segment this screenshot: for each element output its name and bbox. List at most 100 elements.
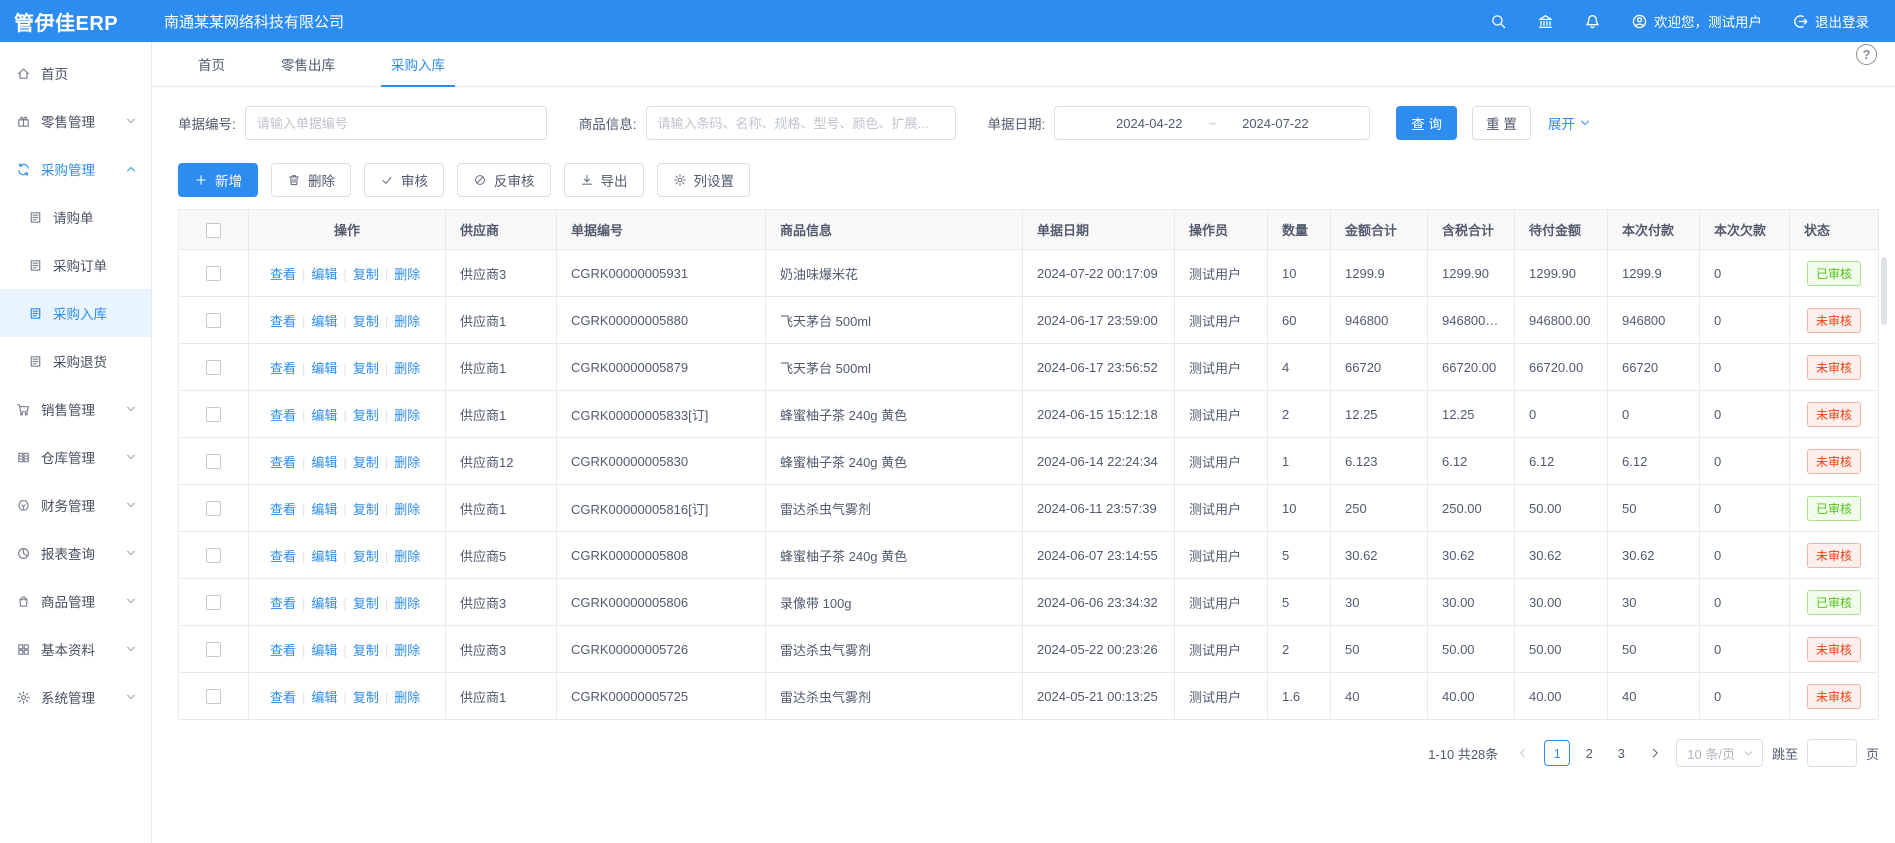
sidebar-item[interactable]: 采购订单: [0, 241, 151, 289]
notification-bell-icon[interactable]: [1584, 13, 1601, 30]
welcome-user[interactable]: 欢迎您，测试用户: [1631, 11, 1762, 31]
column-header[interactable]: 单据日期: [1023, 210, 1175, 250]
expand-link[interactable]: 展开: [1548, 113, 1591, 133]
toolbar-button[interactable]: 导出: [564, 163, 644, 197]
row-checkbox[interactable]: [206, 313, 221, 328]
column-header[interactable]: 待付金额: [1515, 210, 1608, 250]
column-header[interactable]: 含税合计: [1428, 210, 1515, 250]
row-op-link[interactable]: 查看: [270, 314, 296, 329]
tab[interactable]: 首页: [188, 42, 235, 86]
row-op-link[interactable]: 查看: [270, 267, 296, 282]
sidebar-item[interactable]: 首页: [0, 49, 151, 97]
sidebar-item[interactable]: 系统管理: [0, 673, 151, 721]
row-op-link[interactable]: 复制: [353, 690, 379, 705]
toolbar-button[interactable]: 反审核: [457, 163, 551, 197]
sidebar-item[interactable]: 仓库管理: [0, 433, 151, 481]
column-header[interactable]: 状态: [1790, 210, 1879, 250]
page-number-button[interactable]: 3: [1608, 740, 1634, 766]
row-checkbox[interactable]: [206, 454, 221, 469]
org-bank-icon[interactable]: [1537, 13, 1554, 30]
row-op-link[interactable]: 查看: [270, 690, 296, 705]
row-op-link[interactable]: 删除: [394, 408, 420, 423]
row-checkbox[interactable]: [206, 595, 221, 610]
sidebar-item[interactable]: 基本资料: [0, 625, 151, 673]
row-op-link[interactable]: 删除: [394, 314, 420, 329]
column-header[interactable]: 操作: [249, 210, 446, 250]
row-op-link[interactable]: 复制: [353, 502, 379, 517]
column-header[interactable]: 单据编号: [557, 210, 766, 250]
row-checkbox[interactable]: [206, 642, 221, 657]
logout-button[interactable]: 退出登录: [1792, 11, 1869, 31]
row-op-link[interactable]: 查看: [270, 455, 296, 470]
column-header[interactable]: 操作员: [1175, 210, 1268, 250]
reset-button[interactable]: 重 置: [1472, 106, 1531, 140]
row-op-link[interactable]: 复制: [353, 455, 379, 470]
column-header[interactable]: 金额合计: [1331, 210, 1428, 250]
row-op-link[interactable]: 编辑: [311, 267, 337, 282]
toolbar-button[interactable]: 审核: [364, 163, 444, 197]
row-op-link[interactable]: 删除: [394, 643, 420, 658]
row-op-link[interactable]: 复制: [353, 267, 379, 282]
page-number-button[interactable]: 2: [1576, 740, 1602, 766]
row-op-link[interactable]: 查看: [270, 643, 296, 658]
search-icon[interactable]: [1490, 13, 1507, 30]
row-op-link[interactable]: 查看: [270, 361, 296, 376]
tab[interactable]: 采购入库: [381, 42, 455, 86]
row-op-link[interactable]: 删除: [394, 690, 420, 705]
select-all-checkbox[interactable]: [206, 223, 221, 238]
row-op-link[interactable]: 复制: [353, 361, 379, 376]
row-checkbox[interactable]: [206, 501, 221, 516]
row-op-link[interactable]: 删除: [394, 361, 420, 376]
row-op-link[interactable]: 编辑: [311, 314, 337, 329]
help-icon[interactable]: ?: [1856, 44, 1877, 65]
row-op-link[interactable]: 删除: [394, 549, 420, 564]
sidebar-item[interactable]: 财务管理: [0, 481, 151, 529]
row-op-link[interactable]: 编辑: [311, 455, 337, 470]
jump-page-input[interactable]: [1807, 739, 1857, 767]
row-checkbox[interactable]: [206, 266, 221, 281]
sidebar-item[interactable]: 请购单: [0, 193, 151, 241]
page-number-button[interactable]: 1: [1544, 740, 1570, 766]
row-op-link[interactable]: 删除: [394, 502, 420, 517]
sidebar-item[interactable]: 商品管理: [0, 577, 151, 625]
row-op-link[interactable]: 复制: [353, 549, 379, 564]
row-op-link[interactable]: 编辑: [311, 502, 337, 517]
column-header[interactable]: 本次欠款: [1700, 210, 1790, 250]
column-header[interactable]: 本次付款: [1608, 210, 1700, 250]
row-op-link[interactable]: 复制: [353, 643, 379, 658]
row-op-link[interactable]: 查看: [270, 549, 296, 564]
sidebar-item[interactable]: 零售管理: [0, 97, 151, 145]
prev-page-icon[interactable]: [1511, 741, 1535, 765]
row-op-link[interactable]: 编辑: [311, 549, 337, 564]
row-op-link[interactable]: 删除: [394, 267, 420, 282]
sidebar-item[interactable]: 采购退货: [0, 337, 151, 385]
next-page-icon[interactable]: [1643, 741, 1667, 765]
table-scrollbar-thumb[interactable]: [1881, 257, 1887, 325]
row-op-link[interactable]: 编辑: [311, 643, 337, 658]
row-op-link[interactable]: 编辑: [311, 690, 337, 705]
product-info-input[interactable]: [646, 106, 956, 140]
column-header[interactable]: 数量: [1268, 210, 1331, 250]
row-op-link[interactable]: 编辑: [311, 361, 337, 376]
row-op-link[interactable]: 复制: [353, 596, 379, 611]
sidebar-item[interactable]: 销售管理: [0, 385, 151, 433]
row-op-link[interactable]: 编辑: [311, 408, 337, 423]
toolbar-button[interactable]: 列设置: [657, 163, 751, 197]
toolbar-button[interactable]: 新增: [178, 163, 258, 197]
row-op-link[interactable]: 查看: [270, 596, 296, 611]
row-op-link[interactable]: 编辑: [311, 596, 337, 611]
page-size-select[interactable]: 10 条/页: [1676, 739, 1763, 767]
row-op-link[interactable]: 查看: [270, 502, 296, 517]
order-no-input[interactable]: [245, 106, 547, 140]
date-range-picker[interactable]: 2024-04-22 ~ 2024-07-22: [1054, 106, 1370, 140]
sidebar-item[interactable]: 采购入库: [0, 289, 151, 337]
row-checkbox[interactable]: [206, 360, 221, 375]
row-checkbox[interactable]: [206, 548, 221, 563]
date-from[interactable]: 2024-04-22: [1116, 116, 1183, 131]
sidebar-item[interactable]: 采购管理: [0, 145, 151, 193]
toolbar-button[interactable]: 删除: [271, 163, 351, 197]
column-header[interactable]: 商品信息: [766, 210, 1023, 250]
row-checkbox[interactable]: [206, 407, 221, 422]
search-button[interactable]: 查 询: [1396, 106, 1457, 140]
row-op-link[interactable]: 删除: [394, 455, 420, 470]
